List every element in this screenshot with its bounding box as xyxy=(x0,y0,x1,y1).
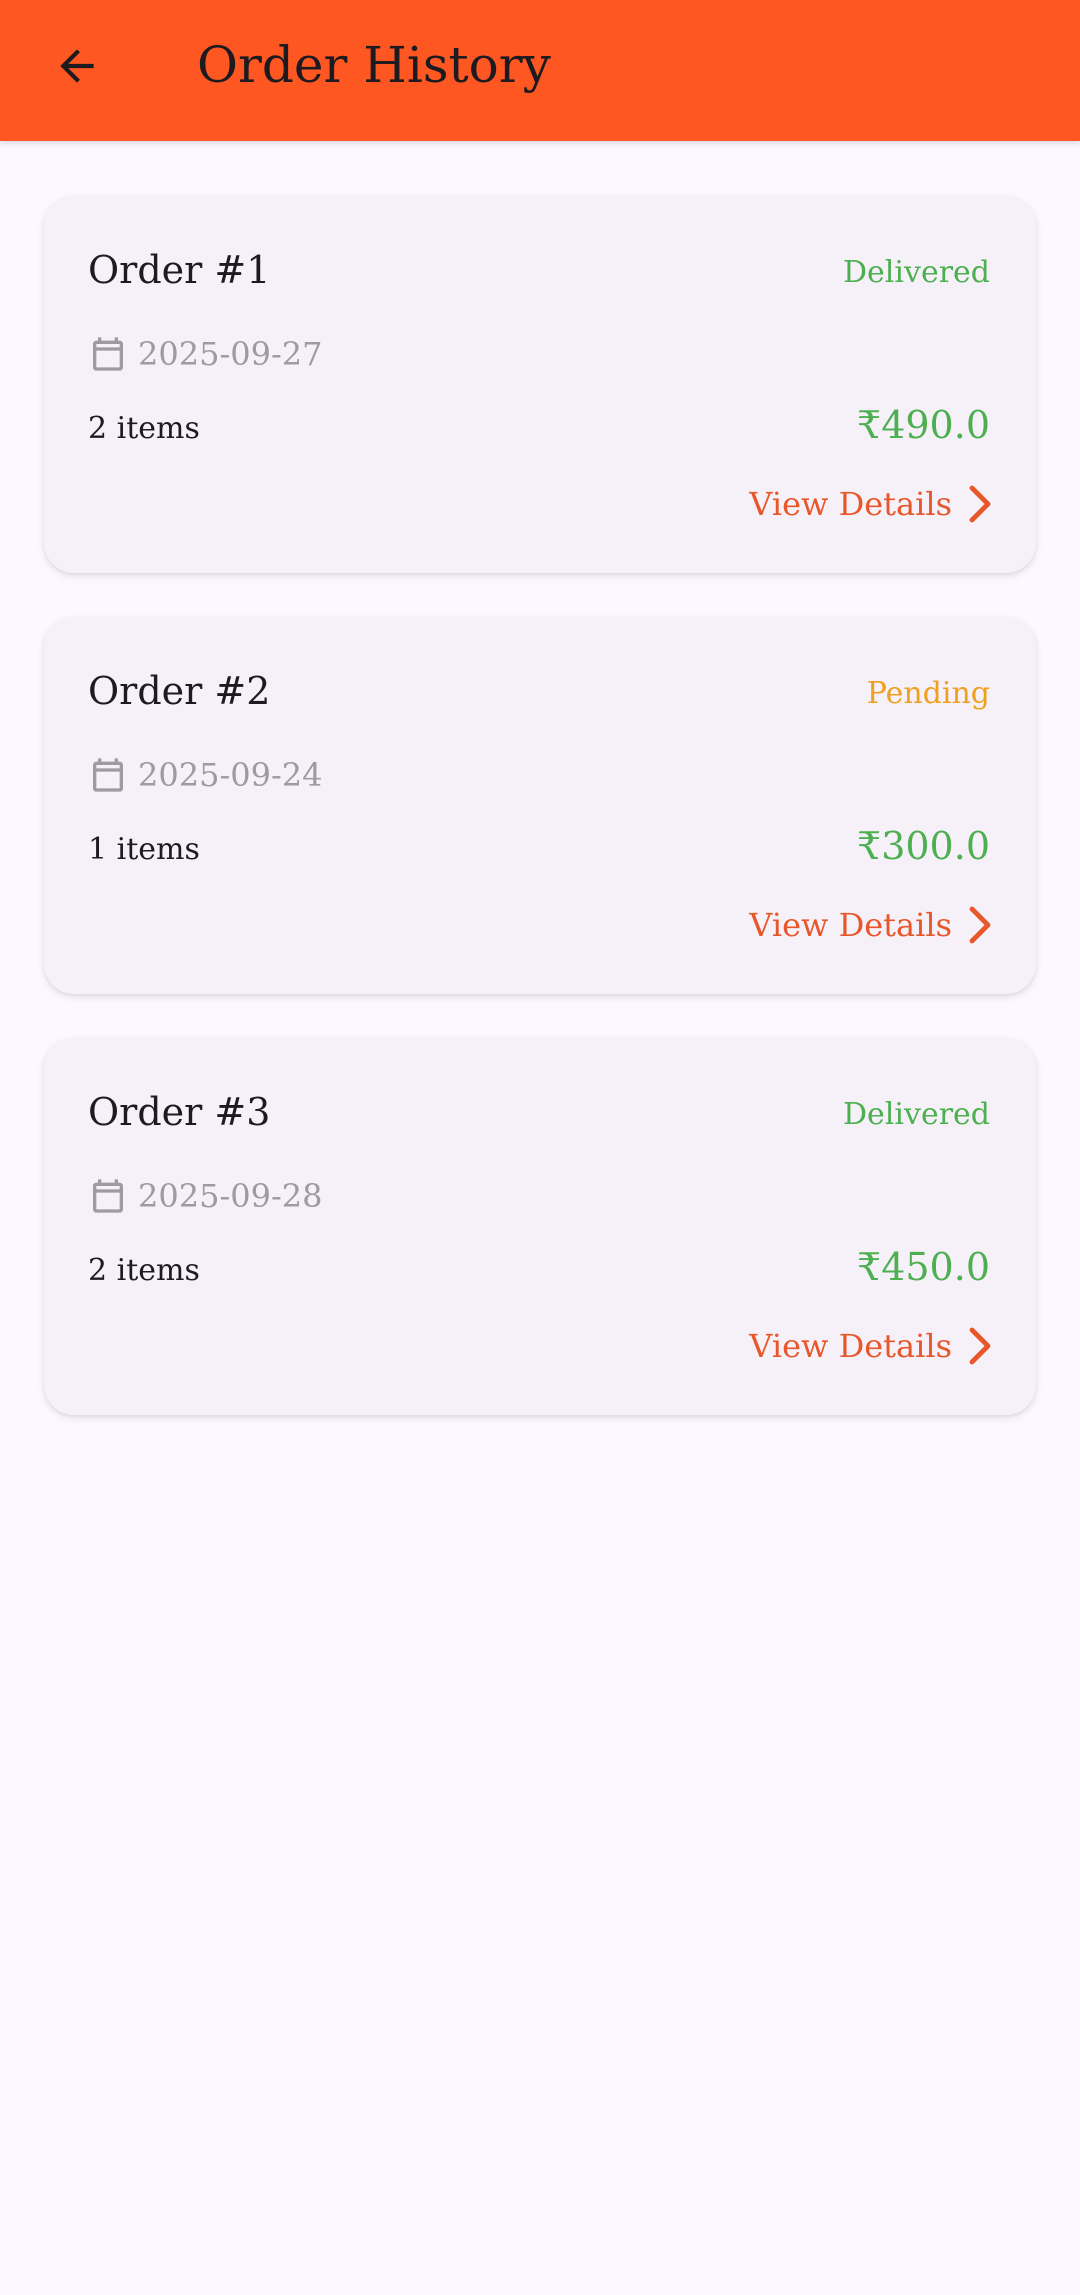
view-details-label: View Details xyxy=(749,906,952,944)
date-text: 2025-09-27 xyxy=(138,335,323,373)
order-card[interactable]: Order #1 Delivered 2025-09-27 2 items ₹4… xyxy=(44,196,1036,573)
view-details-button[interactable]: View Details xyxy=(749,479,996,529)
view-details-button[interactable]: View Details xyxy=(749,900,996,950)
status-badge: Delivered xyxy=(843,255,990,290)
view-details-label: View Details xyxy=(749,1327,952,1365)
order-date: 2025-09-27 xyxy=(88,332,323,376)
app-bar: Order History xyxy=(0,0,1080,141)
order-price: ₹450.0 xyxy=(857,1245,990,1289)
back-button[interactable] xyxy=(40,29,114,103)
order-card[interactable]: Order #2 Pending 2025-09-24 1 items ₹300… xyxy=(44,617,1036,994)
order-date: 2025-09-24 xyxy=(88,753,323,797)
calendar-icon xyxy=(88,1174,128,1218)
order-date: 2025-09-28 xyxy=(88,1174,323,1218)
order-title: Order #2 xyxy=(88,669,271,713)
arrow-back-icon xyxy=(60,49,94,83)
order-card[interactable]: Order #3 Delivered 2025-09-28 2 items ₹4… xyxy=(44,1038,1036,1415)
chevron-right-icon xyxy=(966,484,996,524)
calendar-icon xyxy=(88,332,128,376)
item-count: 2 items xyxy=(88,411,200,446)
date-text: 2025-09-24 xyxy=(138,756,323,794)
status-badge: Delivered xyxy=(843,1097,990,1132)
page-title: Order History xyxy=(197,36,551,94)
order-title: Order #1 xyxy=(88,248,271,292)
chevron-right-icon xyxy=(966,1326,996,1366)
order-price: ₹300.0 xyxy=(857,824,990,868)
status-badge: Pending xyxy=(866,676,990,711)
date-text: 2025-09-28 xyxy=(138,1177,323,1215)
view-details-label: View Details xyxy=(749,485,952,523)
item-count: 1 items xyxy=(88,832,200,867)
calendar-icon xyxy=(88,753,128,797)
order-title: Order #3 xyxy=(88,1090,271,1134)
view-details-button[interactable]: View Details xyxy=(749,1321,996,1371)
order-price: ₹490.0 xyxy=(857,403,990,447)
chevron-right-icon xyxy=(966,905,996,945)
item-count: 2 items xyxy=(88,1253,200,1288)
